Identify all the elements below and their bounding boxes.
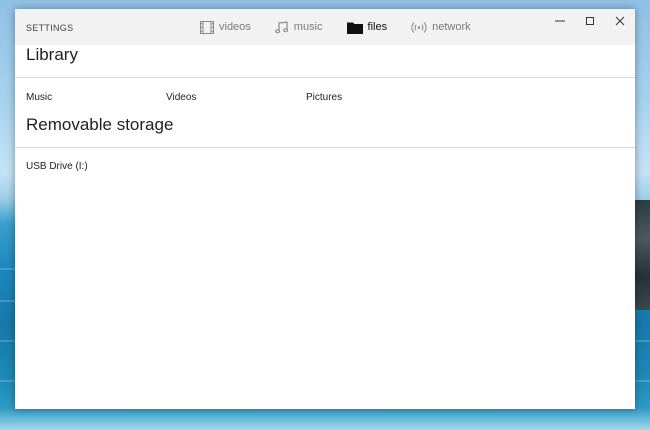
library-heading: Library [26,45,78,64]
minimize-icon [555,13,565,31]
library-item-pictures[interactable]: Pictures [306,92,342,103]
close-button[interactable] [605,9,635,35]
tab-music[interactable]: music [275,20,323,34]
tab-files-label: files [367,21,388,33]
window-controls [545,9,635,35]
music-note-icon [275,20,289,34]
tab-network-label: network [432,21,471,33]
settings-window: SETTINGS videos music files network Libr… [15,9,635,409]
maximize-icon [585,13,595,31]
library-item-videos[interactable]: Videos [166,92,196,103]
wallpaper-foam [0,408,650,430]
folder-icon [346,20,363,34]
tab-music-label: music [293,21,323,33]
tab-bar: videos music files network [200,20,495,34]
library-divider [15,77,635,78]
network-signal-icon [411,20,427,34]
close-icon [615,13,625,31]
usb-drive-item[interactable]: USB Drive (I:) [26,161,88,172]
tab-network[interactable]: network [411,20,471,34]
app-title: SETTINGS [26,23,74,33]
title-bar[interactable]: SETTINGS videos music files network [15,9,635,45]
tab-files[interactable]: files [346,20,388,34]
film-icon [200,20,214,34]
removable-storage-divider [15,147,635,148]
tab-videos-label: videos [219,21,251,33]
tab-videos[interactable]: videos [200,20,251,34]
removable-storage-heading: Removable storage [26,115,174,134]
minimize-button[interactable] [545,9,575,35]
maximize-button[interactable] [575,9,605,35]
library-item-music[interactable]: Music [26,92,52,103]
desktop-wallpaper: SETTINGS videos music files network Libr… [0,0,650,430]
